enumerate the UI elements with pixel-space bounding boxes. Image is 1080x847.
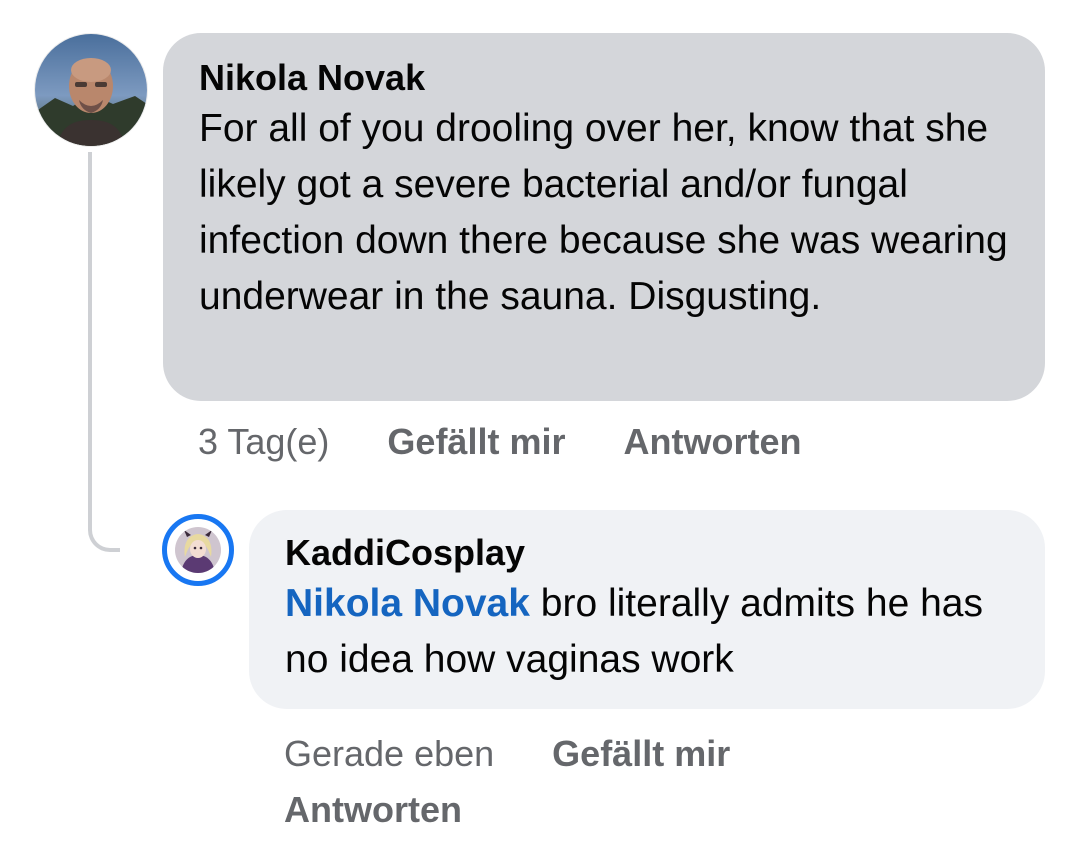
comment-bubble: Nikola Novak For all of you drooling ove… <box>163 33 1045 401</box>
reply-reply-button[interactable]: Antworten <box>284 782 462 838</box>
reply-text-container: Nikola Novak bro literally admits he has… <box>285 576 1009 688</box>
commenter-avatar[interactable] <box>35 34 147 146</box>
reply-actions: Gerade eben Gefällt mir Antworten <box>284 726 884 838</box>
comment-timestamp[interactable]: 3 Tag(e) <box>198 421 329 463</box>
mention-link[interactable]: Nikola Novak <box>285 582 530 625</box>
comment-text: For all of you drooling over her, know t… <box>199 107 1008 318</box>
thread-connector-line <box>88 152 120 552</box>
reply-avatar-ring[interactable] <box>162 514 234 586</box>
user-photo-icon <box>175 527 221 573</box>
reply-like-button[interactable]: Gefällt mir <box>552 726 730 782</box>
reply-timestamp[interactable]: Gerade eben <box>284 726 494 782</box>
comment-actions: 3 Tag(e) Gefällt mir Antworten <box>198 418 801 466</box>
reply-button[interactable]: Antworten <box>623 421 801 463</box>
reply-bubble: KaddiCosplay Nikola Novak bro literally … <box>249 510 1045 709</box>
like-button[interactable]: Gefällt mir <box>387 421 565 463</box>
reply-author-name[interactable]: KaddiCosplay <box>285 530 1009 576</box>
user-photo-icon <box>35 34 147 146</box>
reply-avatar <box>175 527 221 573</box>
comment-author-name[interactable]: Nikola Novak <box>199 55 1009 101</box>
